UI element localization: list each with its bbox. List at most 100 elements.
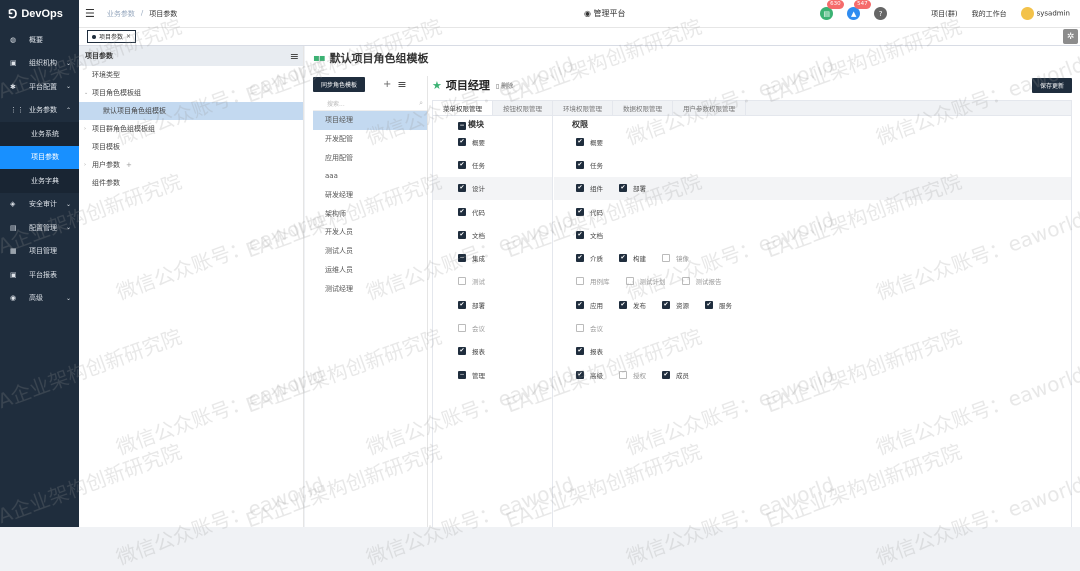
add-role-icon[interactable]: + xyxy=(383,79,391,90)
permission-item[interactable]: ✔ 应用 xyxy=(576,300,603,310)
checkbox[interactable]: ✔ xyxy=(619,300,627,309)
checkbox[interactable] xyxy=(662,254,670,263)
permission-item[interactable]: ✔ 文档 xyxy=(576,230,603,240)
checkbox[interactable]: ✔ xyxy=(705,300,713,309)
sidebar-item[interactable]: ◍ 概要 xyxy=(0,28,79,52)
tree-node[interactable]: 环境类型 xyxy=(79,66,303,84)
user-menu[interactable]: sysadmin xyxy=(1020,7,1070,20)
permission-item[interactable]: ✔ 介质 xyxy=(576,253,603,263)
checkbox[interactable]: − xyxy=(458,370,466,379)
tab-permission[interactable]: 数据权限管理 xyxy=(613,101,673,115)
checkbox[interactable]: ✔ xyxy=(576,347,584,356)
sidebar-item[interactable]: ▣ 平台报表 xyxy=(0,263,79,287)
sidebar-item[interactable]: ◉ 高级 ⌄ xyxy=(0,287,79,311)
checkbox[interactable]: ✔ xyxy=(458,160,466,169)
workbench-link[interactable]: 我的工作台 xyxy=(972,9,1007,19)
permission-item[interactable]: ✔ 组件 xyxy=(576,183,603,193)
permission-item[interactable]: 会议 xyxy=(576,323,603,333)
tree-arrow-icon[interactable]: ⌄ xyxy=(84,90,92,96)
checkbox[interactable]: ✔ xyxy=(662,370,670,379)
sidebar-item[interactable]: ▣ 组织机构 ⌄ xyxy=(0,52,79,76)
permission-item[interactable]: 授权 xyxy=(619,370,646,380)
permission-item[interactable]: ✔ 任务 xyxy=(576,160,603,170)
role-list-item[interactable]: aaa xyxy=(313,167,427,186)
checkbox[interactable]: ✔ xyxy=(458,300,466,309)
checkbox[interactable]: ✔ xyxy=(458,347,466,356)
sync-role-template-button[interactable]: 同步角色模板 xyxy=(313,77,366,92)
permission-item[interactable]: 用例库 xyxy=(576,276,610,286)
role-search-input[interactable]: 搜索... ⌕ xyxy=(313,97,427,111)
notification-badge-blue[interactable]: ▲ 547 xyxy=(847,0,871,20)
checkbox[interactable]: ✔ xyxy=(576,370,584,379)
permission-item[interactable]: 镜像 xyxy=(662,253,689,263)
permission-item[interactable]: ✔ 发布 xyxy=(619,300,646,310)
permission-item[interactable]: ✔ 高级 xyxy=(576,370,603,380)
tab-project-params[interactable]: 项目参数 × xyxy=(87,30,137,43)
close-icon[interactable]: × xyxy=(126,33,131,40)
tree-node[interactable]: › 用户参数 + xyxy=(79,156,303,174)
role-list-item[interactable]: 运维人员 xyxy=(313,261,427,280)
menu-icon[interactable]: ≡ xyxy=(290,50,299,63)
permission-item[interactable]: ✔ 概要 xyxy=(576,137,603,147)
notification-badge-green[interactable]: ▤ 630 xyxy=(820,0,844,20)
tree-node[interactable]: 默认项目角色组模板 xyxy=(79,102,303,120)
role-list-item[interactable]: 开发人员 xyxy=(313,223,427,242)
checkbox[interactable] xyxy=(619,370,627,379)
tab-permission[interactable]: 环境权限管理 xyxy=(553,101,613,115)
sidebar-item[interactable]: ▤ 配置管理 ⌄ xyxy=(0,216,79,240)
tree-arrow-icon[interactable]: › xyxy=(84,162,92,168)
sidebar-item[interactable]: ⋮⋮ 业务参数 ⌃ xyxy=(0,99,79,123)
role-list-item[interactable]: 测试人员 xyxy=(313,242,427,261)
role-list-item[interactable]: 测试经理 xyxy=(313,279,427,298)
role-menu-icon[interactable]: ≡ xyxy=(397,78,406,91)
permission-item[interactable]: 测试报告 xyxy=(681,276,722,286)
sidebar-subitem[interactable]: 业务系统 xyxy=(0,122,79,146)
permission-item[interactable]: ✔ 服务 xyxy=(705,300,732,310)
checkbox[interactable]: ✔ xyxy=(458,207,466,216)
checkbox[interactable]: ✔ xyxy=(576,160,584,169)
permission-item[interactable]: ✔ 代码 xyxy=(576,207,603,217)
project-group-link[interactable]: 项目(群) xyxy=(931,9,957,19)
checkbox[interactable]: ✔ xyxy=(576,230,584,239)
checkbox[interactable]: ✔ xyxy=(458,184,466,193)
role-list-item[interactable]: 项目经理 xyxy=(313,111,427,130)
checkbox[interactable]: ✔ xyxy=(576,300,584,309)
checkbox[interactable]: ✔ xyxy=(576,137,584,146)
tree-node[interactable]: ⌄ 项目角色模板组 xyxy=(79,84,303,102)
sidebar-item[interactable]: ▦ 项目管理 xyxy=(0,240,79,264)
help-icon[interactable]: ? xyxy=(874,7,888,20)
checkbox[interactable] xyxy=(681,277,690,286)
sidebar-item[interactable]: ✱ 平台配置 ⌄ xyxy=(0,75,79,99)
checkbox[interactable]: ✔ xyxy=(576,184,584,193)
permission-item[interactable]: ✔ 成员 xyxy=(662,370,689,380)
permission-item[interactable]: 测试计划 xyxy=(625,276,666,286)
permission-item[interactable]: ✔ 资源 xyxy=(662,300,689,310)
save-update-button[interactable]: 保存更新 xyxy=(1031,78,1072,93)
checkbox[interactable] xyxy=(576,277,584,286)
permission-item[interactable]: ✔ 构建 xyxy=(619,253,646,263)
role-list-item[interactable]: 研发经理 xyxy=(313,186,427,205)
select-all-checkbox[interactable]: − xyxy=(458,122,466,130)
checkbox[interactable] xyxy=(458,277,466,286)
add-icon[interactable]: + xyxy=(126,161,132,169)
role-list-item[interactable]: 开发配管 xyxy=(313,130,427,149)
tree-arrow-icon[interactable]: › xyxy=(84,126,92,132)
checkbox[interactable] xyxy=(625,277,634,286)
checkbox[interactable]: ✔ xyxy=(662,300,670,309)
checkbox[interactable]: − xyxy=(458,254,466,263)
tree-node[interactable]: 组件参数 xyxy=(79,174,303,192)
sidebar-subitem[interactable]: 业务字典 xyxy=(0,169,79,193)
checkbox[interactable]: ✔ xyxy=(576,254,584,263)
settings-gear-icon[interactable]: ✲ xyxy=(1063,29,1078,44)
tab-permission[interactable]: 用户参数权限管理 xyxy=(673,101,746,115)
permission-item[interactable]: ✔ 报表 xyxy=(576,346,603,356)
role-list-item[interactable]: 应用配管 xyxy=(313,148,427,167)
sidebar-item[interactable]: ◈ 安全审计 ⌄ xyxy=(0,193,79,217)
role-list-item[interactable]: 架构师 xyxy=(313,204,427,223)
hamburger-icon[interactable]: ☰ xyxy=(85,7,95,20)
tree-node[interactable]: 项目模板 xyxy=(79,138,303,156)
checkbox[interactable]: ✔ xyxy=(458,230,466,239)
delete-button[interactable]: ▯ 删除 xyxy=(496,81,513,90)
platform-switch[interactable]: ◉ 管理平台 xyxy=(584,8,626,19)
checkbox[interactable]: ✔ xyxy=(619,184,627,193)
